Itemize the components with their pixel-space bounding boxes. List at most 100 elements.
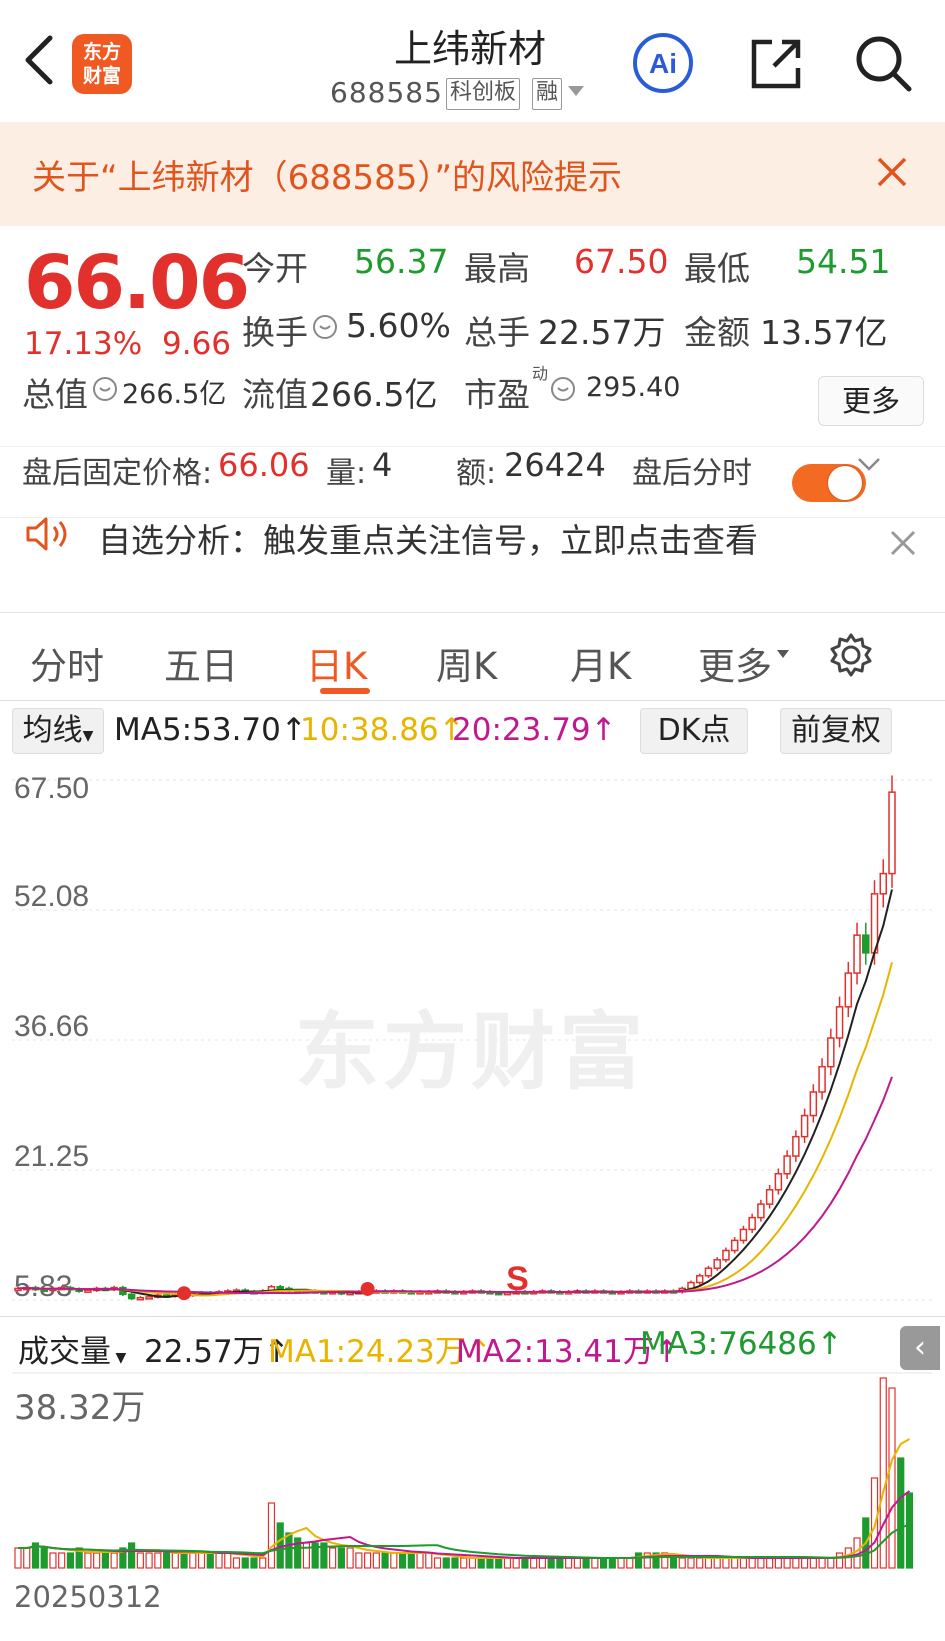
after-hours-toggle-label: 盘后分时: [632, 456, 752, 491]
stock-name[interactable]: 上纬新材: [330, 18, 610, 73]
volume-bar: [669, 1557, 678, 1569]
info-icon[interactable]: [312, 314, 338, 340]
turnover-value: 5.60%: [346, 306, 451, 345]
gear-icon[interactable]: [828, 632, 874, 678]
candle-body: [748, 1216, 756, 1231]
volume-bar: [512, 1557, 520, 1569]
candle-body: [879, 872, 888, 895]
volume-bar: [372, 1552, 380, 1569]
search-icon[interactable]: [852, 32, 914, 94]
after-hours-amount: 26424: [504, 446, 606, 484]
volume-bar: [766, 1557, 774, 1569]
volume-bar: [267, 1502, 276, 1569]
active-tab-indicator: [320, 688, 370, 694]
close-icon[interactable]: [888, 528, 918, 558]
volume-bar: [704, 1557, 713, 1569]
tab-monthly-k[interactable]: 月K: [570, 636, 631, 690]
info-icon[interactable]: [550, 376, 576, 402]
volume-ma-line: [18, 1490, 911, 1559]
candle-body: [757, 1203, 765, 1219]
more-button[interactable]: 更多: [818, 376, 924, 426]
app-logo: 东方 财富: [72, 34, 132, 94]
info-icon[interactable]: [92, 376, 118, 402]
board-tag: 科创板: [446, 78, 521, 110]
ai-label: Ai: [649, 48, 677, 79]
tab-more[interactable]: 更多: [698, 636, 772, 690]
candle-body: [739, 1228, 748, 1242]
dk-point-button[interactable]: DK点: [640, 708, 748, 754]
tab-weekly-k[interactable]: 周K: [436, 636, 497, 690]
volume-bar: [599, 1557, 608, 1569]
ma-selector[interactable]: 均线▼: [12, 708, 104, 754]
volume-bar: [241, 1557, 249, 1569]
collapse-panel-button[interactable]: ‹: [900, 1326, 940, 1370]
start-date-label: 20250312: [14, 1580, 162, 1614]
pe-label: 市盈: [464, 375, 530, 414]
volume-bar: [451, 1557, 459, 1569]
close-icon[interactable]: [874, 154, 910, 190]
watermark: 东方财富: [295, 1003, 648, 1101]
back-arrow-icon[interactable]: [20, 30, 60, 90]
candle-body: [695, 1275, 704, 1284]
pe-superscript: 动: [532, 364, 549, 383]
share-icon[interactable]: [746, 34, 806, 94]
volume-bar: [407, 1552, 415, 1569]
float-cap-value: 266.5亿: [310, 375, 438, 414]
volume-bar: [722, 1557, 730, 1569]
y-tick-label: 52.08: [14, 880, 89, 913]
volume-bar: [285, 1532, 293, 1569]
last-price: 66.06: [24, 240, 250, 326]
volume-bar: [556, 1557, 564, 1569]
volume-bar: [40, 1547, 48, 1569]
volume-bar: [573, 1557, 581, 1569]
volume-bar: [329, 1547, 337, 1569]
volume-selector-label: 成交量: [18, 1334, 111, 1370]
candle-body: [818, 1065, 826, 1093]
volume-bar: [425, 1552, 433, 1569]
low-label: 最低: [684, 249, 750, 288]
divider: [0, 1316, 945, 1317]
volume-bar: [14, 1547, 22, 1569]
pe-value: 295.40: [586, 372, 681, 403]
change-amount: 9.66: [162, 326, 232, 362]
volume-bar: [206, 1552, 214, 1569]
adjust-button[interactable]: 前复权: [780, 708, 892, 754]
tab-daily-k[interactable]: 日K: [306, 636, 367, 690]
volume-bar: [530, 1557, 538, 1569]
risk-banner-text[interactable]: 关于“上纬新材（688585）”的风险提示: [32, 150, 622, 199]
volume-bar: [800, 1557, 809, 1569]
volume-bar: [503, 1557, 512, 1569]
volume-bar: [582, 1557, 590, 1569]
logo-line-1: 东方: [82, 41, 121, 63]
volume-ma-line: [18, 1438, 910, 1559]
volume-label: 总手: [464, 313, 530, 352]
volume-chart[interactable]: [12, 1372, 932, 1572]
analysis-text[interactable]: 自选分析：触发重点关注信号，立即点击查看: [98, 514, 758, 562]
volume-selector[interactable]: 成交量 ▼: [18, 1326, 126, 1371]
candle-body: [704, 1267, 713, 1277]
volume-bar: [477, 1557, 485, 1569]
volume-bar: [792, 1557, 800, 1569]
volume-bar: [748, 1557, 756, 1569]
volume-bar: [547, 1557, 555, 1569]
tab-five-day[interactable]: 五日: [164, 636, 238, 690]
volume-bar: [835, 1552, 844, 1569]
signal-dot: [360, 1281, 375, 1296]
float-cap-label: 流值: [242, 375, 308, 414]
volume-bar: [162, 1552, 171, 1569]
vol-ma3: MA3:76486↑: [640, 1326, 843, 1362]
candle-body: [774, 1173, 783, 1191]
amount-value: 13.57亿: [760, 313, 888, 352]
candle-body: [835, 1006, 844, 1039]
chevron-down-icon[interactable]: [856, 454, 882, 474]
volume-bar: [84, 1552, 92, 1569]
candle-body: [722, 1249, 730, 1261]
after-hours-volume-label: 量:: [326, 456, 367, 491]
tab-intraday[interactable]: 分时: [30, 636, 104, 690]
dropdown-caret-icon[interactable]: [566, 84, 586, 98]
dropdown-caret-icon[interactable]: [776, 648, 790, 660]
candle-body: [888, 791, 896, 875]
candle-body: [127, 1293, 136, 1300]
volume-bar: [93, 1552, 101, 1569]
ai-assistant-icon[interactable]: Ai: [632, 32, 694, 94]
